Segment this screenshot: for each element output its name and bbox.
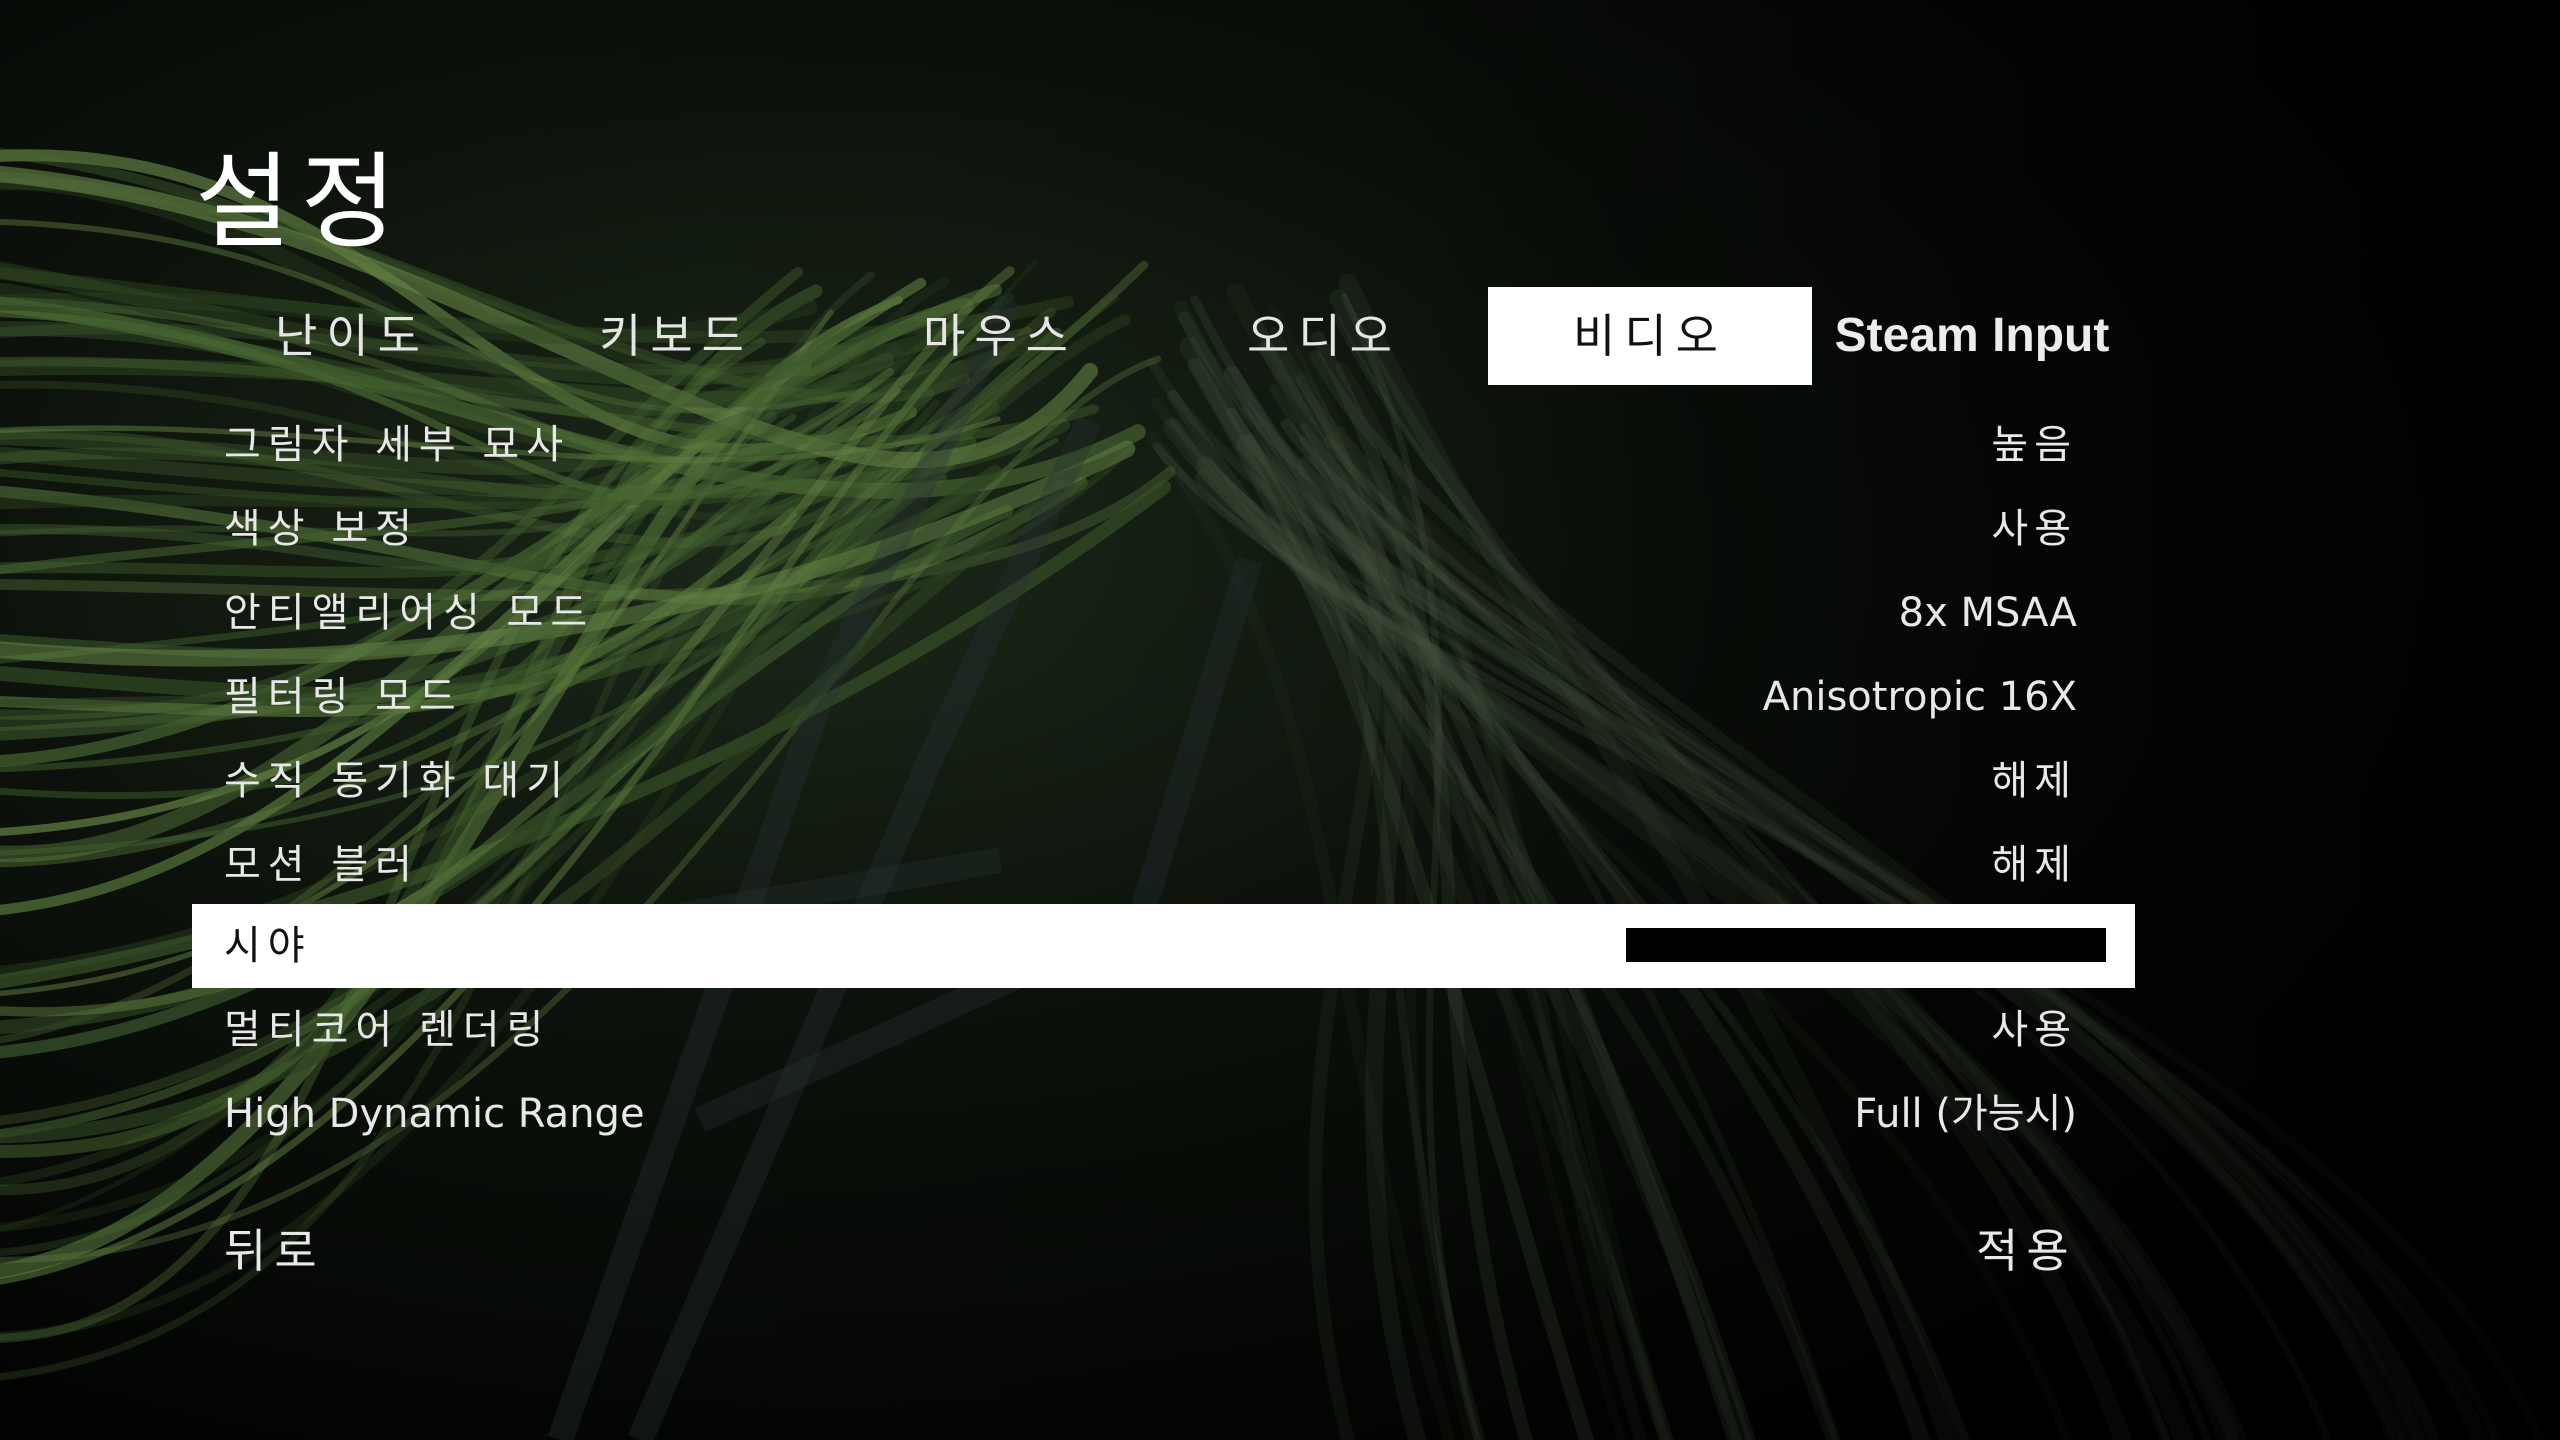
setting-row-field-of-view[interactable]: 시야 120 xyxy=(192,904,2135,988)
setting-label: 시야 xyxy=(224,923,312,969)
setting-value: 높음 xyxy=(1991,422,2077,468)
setting-value: 사용 xyxy=(1991,1007,2077,1053)
setting-label: High Dynamic Range xyxy=(224,1091,645,1137)
setting-value: 해제 xyxy=(1991,758,2077,804)
setting-label: 색상 보정 xyxy=(224,506,419,552)
setting-row-shadow-detail[interactable]: 그림자 세부 묘사 높음 xyxy=(192,403,2135,487)
setting-value: 8x MSAA xyxy=(1898,590,2077,636)
fov-slider-fill xyxy=(1626,928,2106,962)
setting-row-multicore-rendering[interactable]: 멀티코어 렌더링 사용 xyxy=(192,988,2135,1072)
setting-row-vsync[interactable]: 수직 동기화 대기 해제 xyxy=(192,739,2135,823)
page-title: 설정 xyxy=(195,141,407,263)
apply-button[interactable]: 적용 xyxy=(1976,1228,2077,1274)
setting-label: 모션 블러 xyxy=(224,842,419,888)
video-settings-list: 그림자 세부 묘사 높음 색상 보정 사용 안티앨리어싱 모드 8x MSAA … xyxy=(192,360,2135,1260)
setting-row-hdr[interactable]: High Dynamic Range Full (가능시) xyxy=(192,1072,2135,1156)
setting-value: Anisotropic 16X xyxy=(1762,674,2077,720)
setting-row-motion-blur[interactable]: 모션 블러 해제 xyxy=(192,823,2135,907)
setting-label: 그림자 세부 묘사 xyxy=(224,422,571,468)
setting-label: 안티앨리어싱 모드 xyxy=(224,590,595,636)
setting-label: 멀티코어 렌더링 xyxy=(224,1007,551,1053)
setting-row-antialiasing-mode[interactable]: 안티앨리어싱 모드 8x MSAA xyxy=(192,571,2135,655)
setting-value: 사용 xyxy=(1991,506,2077,552)
setting-row-filtering-mode[interactable]: 필터링 모드 Anisotropic 16X xyxy=(192,655,2135,739)
setting-label: 수직 동기화 대기 xyxy=(224,758,571,804)
setting-value: 해제 xyxy=(1991,842,2077,888)
setting-value: Full (가능시) xyxy=(1854,1091,2077,1137)
fov-slider[interactable] xyxy=(1626,928,2106,962)
setting-row-color-correction[interactable]: 색상 보정 사용 xyxy=(192,487,2135,571)
back-button[interactable]: 뒤로 xyxy=(224,1228,325,1274)
setting-label: 필터링 모드 xyxy=(224,674,463,720)
